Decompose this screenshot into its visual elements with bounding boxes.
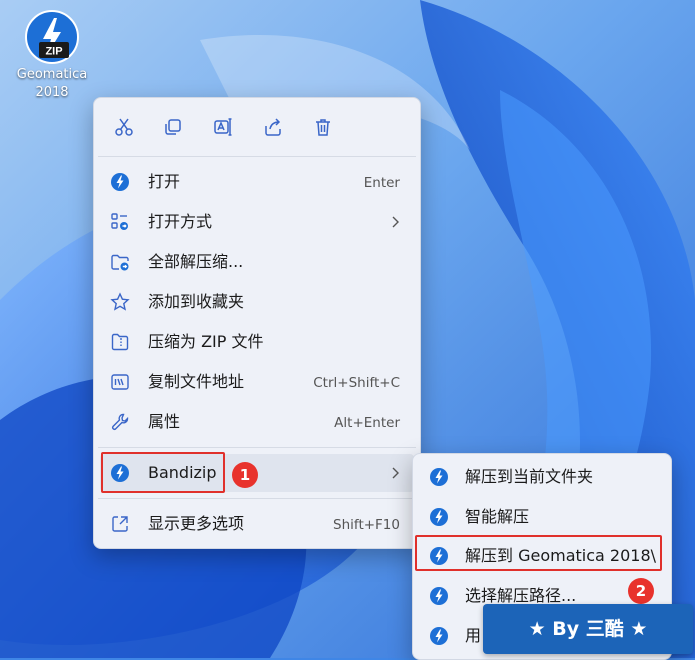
watermark-badge: ★ By 三酷 ★: [483, 604, 693, 654]
submenu-item-label: 智能解压: [465, 507, 530, 526]
desktop-icon-geomatica[interactable]: ZIP Geomatica 2018: [8, 8, 96, 102]
chevron-right-icon: [392, 216, 399, 228]
menu-item-label: 显示更多选项: [148, 514, 245, 533]
bandizip-icon: [430, 468, 448, 486]
desktop-icon-label: Geomatica: [16, 67, 88, 82]
open-with-icon: [111, 213, 128, 230]
highlight-box-step2: [415, 535, 662, 571]
more-options-icon: [112, 516, 128, 532]
cut-icon: [115, 118, 133, 136]
menu-item-add-favorites[interactable]: 添加到收藏夹: [100, 283, 414, 321]
menu-item-shortcut: Alt+Enter: [334, 415, 400, 431]
share-icon: [265, 118, 281, 136]
menu-item-show-more-options[interactable]: 显示更多选项 Shift+F10: [100, 505, 414, 543]
highlight-box-step1: [101, 452, 225, 493]
cut-button[interactable]: [109, 112, 139, 142]
menu-item-label: 复制文件地址: [148, 372, 245, 391]
menu-separator: [98, 447, 416, 448]
delete-icon: [316, 119, 330, 136]
menu-item-label: 添加到收藏夹: [148, 292, 245, 311]
menu-item-open[interactable]: 打开 Enter: [100, 163, 414, 201]
menu-separator: [98, 498, 416, 499]
zip-badge-text: ZIP: [45, 46, 62, 58]
submenu-item-extract-here[interactable]: 解压到当前文件夹: [419, 458, 665, 496]
menu-item-open-with[interactable]: 打开方式: [100, 203, 414, 241]
menu-item-label: 打开: [148, 172, 181, 191]
rename-button[interactable]: [208, 112, 238, 142]
bandizip-icon: [430, 627, 448, 645]
zip-file-icon: [111, 333, 129, 351]
bandizip-icon: [111, 173, 129, 191]
share-button[interactable]: [258, 112, 288, 142]
menu-item-label: 打开方式: [148, 212, 213, 231]
menu-item-shortcut: Enter: [363, 175, 400, 191]
star-icon: [110, 292, 130, 311]
copy-icon: [165, 119, 181, 135]
submenu-item-label: 用: [465, 626, 482, 645]
menu-separator: [98, 156, 416, 157]
menu-item-label: 压缩为 ZIP 文件: [148, 332, 264, 351]
menu-item-shortcut: Shift+F10: [333, 517, 400, 533]
submenu-item-smart-extract[interactable]: 智能解压: [419, 498, 665, 536]
submenu-item-label: 解压到当前文件夹: [465, 467, 594, 486]
extract-folder-icon: [111, 254, 129, 271]
context-menu-toolbar: [94, 98, 420, 156]
desktop-icon-label-2: 2018: [35, 85, 69, 100]
step-badge-2: 2: [628, 578, 654, 604]
menu-item-properties[interactable]: 属性 Alt+Enter: [100, 403, 414, 441]
submenu-item-label: 选择解压路径...: [465, 586, 577, 605]
copy-path-icon: [111, 374, 129, 390]
step-badge-1: 1: [232, 462, 258, 488]
menu-item-extract-all[interactable]: 全部解压缩...: [100, 243, 414, 281]
bandizip-icon: [430, 587, 448, 605]
menu-item-label: 属性: [148, 412, 181, 431]
copy-button[interactable]: [158, 112, 188, 142]
delete-button[interactable]: [308, 112, 338, 142]
menu-item-compress-zip[interactable]: 压缩为 ZIP 文件: [100, 323, 414, 361]
menu-item-copy-path[interactable]: 复制文件地址 Ctrl+Shift+C: [100, 363, 414, 401]
menu-item-shortcut: Ctrl+Shift+C: [313, 375, 400, 391]
rename-icon: [214, 118, 232, 136]
bandizip-icon: [430, 508, 448, 526]
bandizip-zip-file-icon: ZIP: [25, 10, 79, 64]
wrench-icon: [112, 413, 129, 430]
menu-item-label: 全部解压缩...: [148, 252, 244, 271]
chevron-right-icon: [392, 467, 399, 479]
